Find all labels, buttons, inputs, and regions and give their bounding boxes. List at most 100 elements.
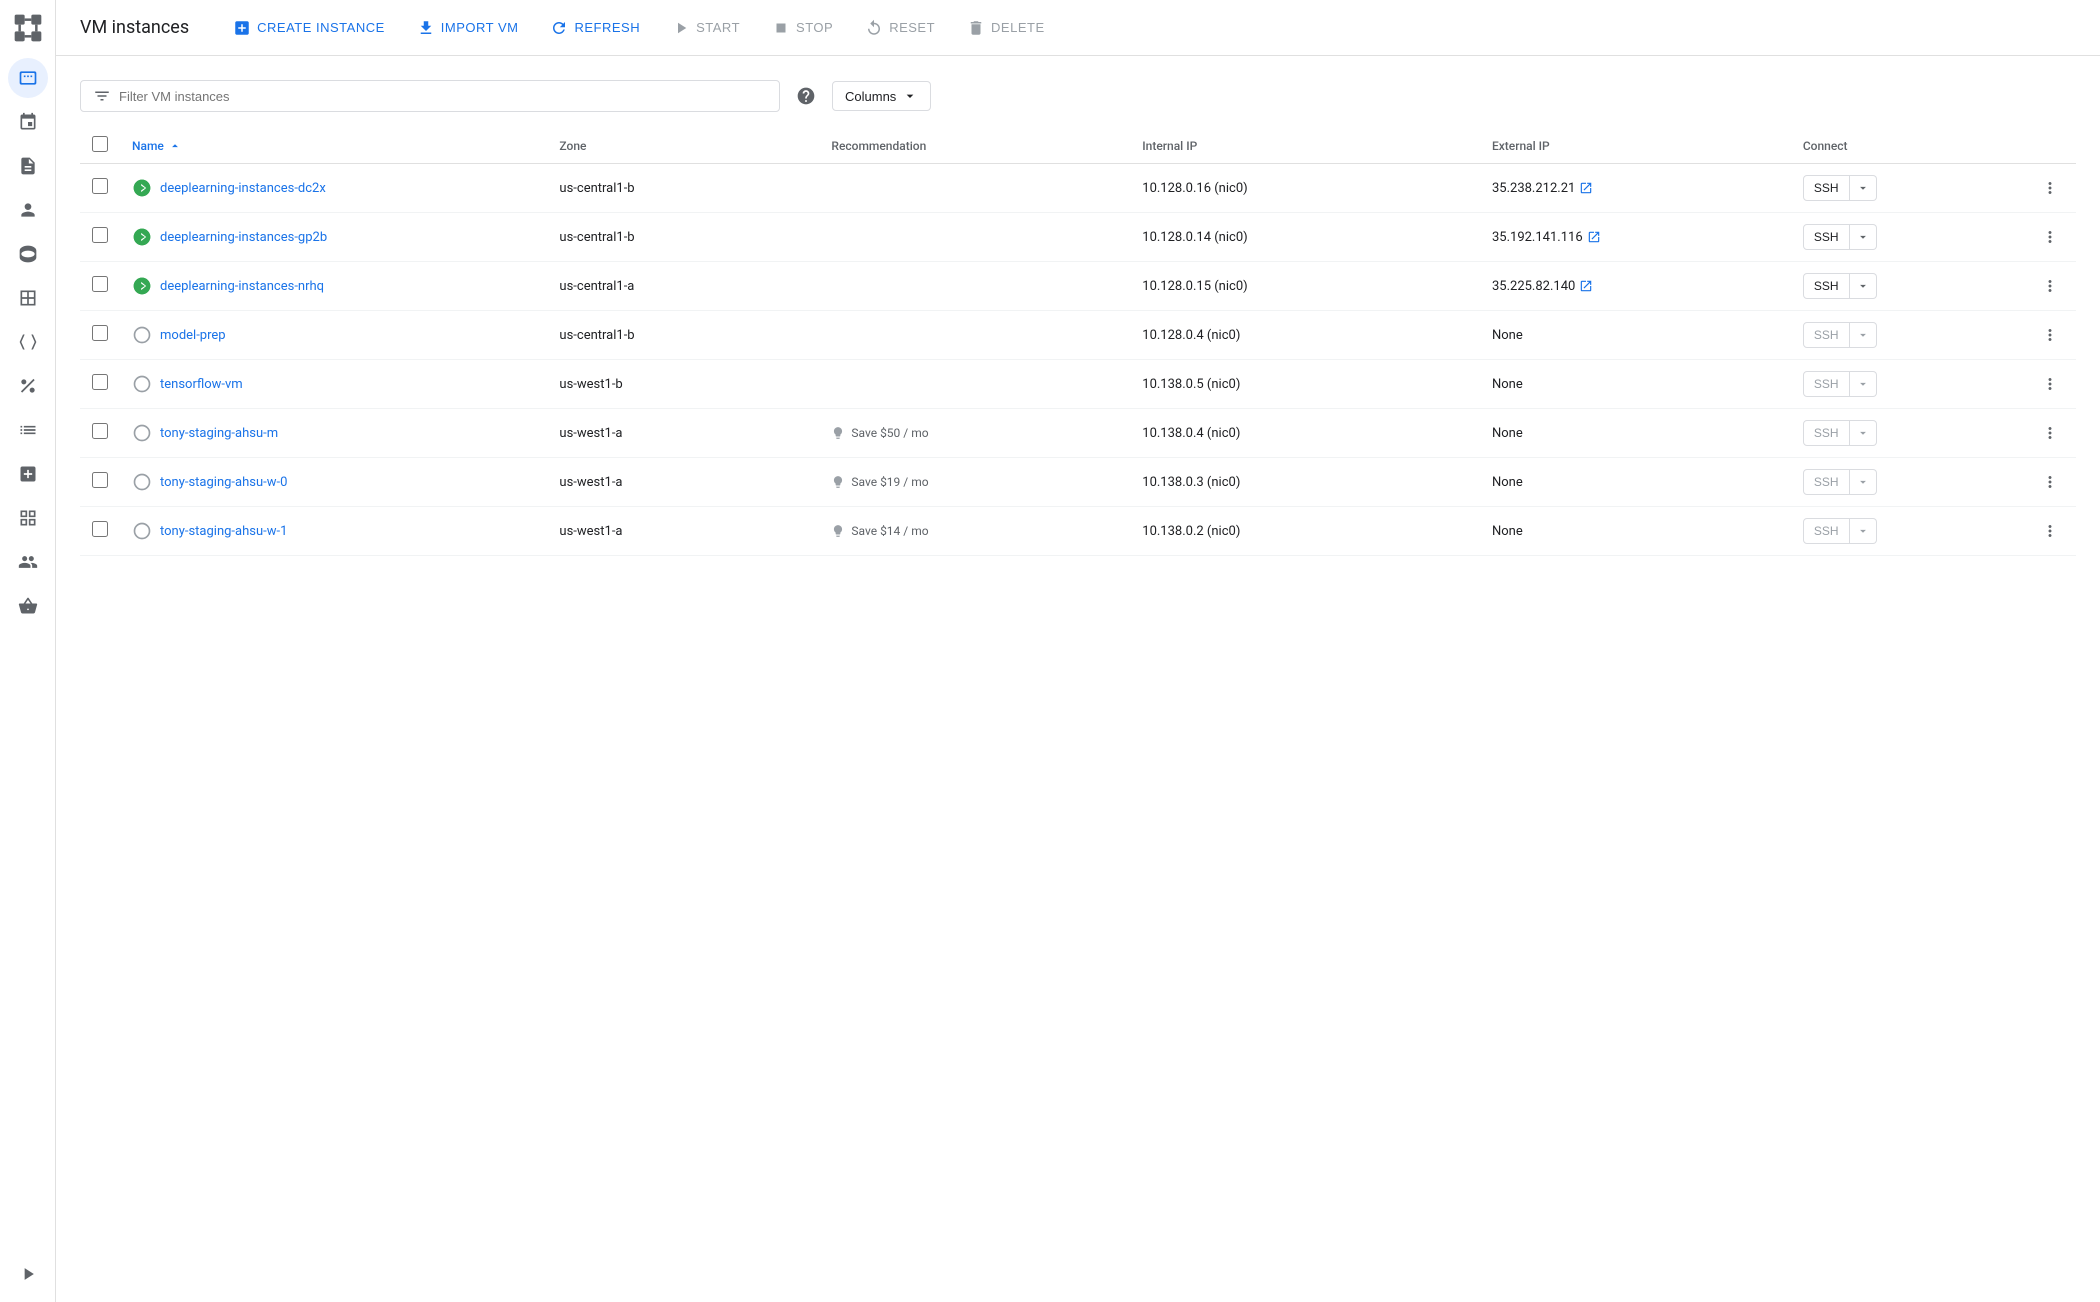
row-zone-cell: us-west1-a <box>547 458 819 507</box>
more-actions-button[interactable] <box>2036 468 2064 496</box>
sidebar-expand-btn[interactable] <box>8 1254 48 1294</box>
help-button[interactable] <box>792 82 820 110</box>
vm-name-link[interactable]: deeplearning-instances-gp2b <box>160 230 327 245</box>
sidebar-item-add[interactable] <box>8 454 48 494</box>
table-row: tony-staging-ahsu-m us-west1-a Save $50 … <box>80 409 2076 458</box>
vm-name-link[interactable]: model-prep <box>160 328 226 343</box>
ssh-button[interactable]: SSH <box>1803 175 1850 201</box>
delete-button[interactable]: DELETE <box>955 13 1057 43</box>
row-checkbox-0[interactable] <box>92 178 108 194</box>
more-actions-button[interactable] <box>2036 419 2064 447</box>
row-recommendation-cell <box>819 213 1130 262</box>
external-link-icon[interactable] <box>1579 181 1593 195</box>
more-actions-button[interactable] <box>2036 174 2064 202</box>
sidebar <box>0 0 56 1302</box>
sidebar-item-storage[interactable] <box>8 234 48 274</box>
more-actions-button[interactable] <box>2036 321 2064 349</box>
sidebar-item-percent[interactable] <box>8 366 48 406</box>
table-row: deeplearning-instances-gp2b us-central1-… <box>80 213 2076 262</box>
ssh-button[interactable]: SSH <box>1803 322 1850 348</box>
ssh-button[interactable]: SSH <box>1803 371 1850 397</box>
ssh-dropdown-button[interactable] <box>1850 469 1877 495</box>
ssh-button[interactable]: SSH <box>1803 469 1850 495</box>
row-internal-ip-cell: 10.128.0.14 (nic0) <box>1130 213 1480 262</box>
ssh-button[interactable]: SSH <box>1803 273 1850 299</box>
th-select-all[interactable] <box>80 128 120 164</box>
ssh-dropdown-button[interactable] <box>1850 420 1877 446</box>
row-connect-cell: SSH <box>1791 360 2024 409</box>
columns-dropdown-icon <box>902 88 918 104</box>
row-checkbox-7[interactable] <box>92 521 108 537</box>
ssh-dropdown-button[interactable] <box>1850 273 1877 299</box>
external-link-icon[interactable] <box>1579 279 1593 293</box>
ssh-btn-group: SSH <box>1803 371 2012 397</box>
sidebar-item-cart[interactable] <box>8 586 48 626</box>
ssh-dropdown-button[interactable] <box>1850 518 1877 544</box>
row-connect-cell: SSH <box>1791 164 2024 213</box>
row-internal-ip-cell: 10.128.0.16 (nic0) <box>1130 164 1480 213</box>
th-name-label: Name <box>132 139 164 153</box>
reset-button[interactable]: RESET <box>853 13 947 43</box>
row-checkbox-4[interactable] <box>92 374 108 390</box>
bulb-icon <box>831 426 845 440</box>
ssh-dropdown-button[interactable] <box>1850 224 1877 250</box>
sidebar-item-list[interactable] <box>8 410 48 450</box>
row-actions-cell <box>2024 458 2076 507</box>
sidebar-item-grid[interactable] <box>8 498 48 538</box>
select-all-checkbox[interactable] <box>92 136 108 152</box>
vm-name-link[interactable]: tensorflow-vm <box>160 377 243 392</box>
refresh-button[interactable]: REFRESH <box>538 13 652 43</box>
ssh-button[interactable]: SSH <box>1803 420 1850 446</box>
sidebar-item-cluster[interactable] <box>8 102 48 142</box>
stop-button[interactable]: STOP <box>760 13 845 43</box>
filter-input[interactable] <box>119 89 767 104</box>
chevron-down-icon <box>1856 524 1870 538</box>
ssh-button[interactable]: SSH <box>1803 518 1850 544</box>
ssh-dropdown-button[interactable] <box>1850 175 1877 201</box>
sidebar-item-document[interactable] <box>8 146 48 186</box>
more-actions-button[interactable] <box>2036 272 2064 300</box>
ssh-button[interactable]: SSH <box>1803 224 1850 250</box>
sidebar-item-table[interactable] <box>8 278 48 318</box>
import-vm-button[interactable]: IMPORT VM <box>405 13 531 43</box>
chevron-down-icon <box>1856 181 1870 195</box>
reset-icon <box>865 19 883 37</box>
create-instance-label: CREATE INSTANCE <box>257 20 385 35</box>
create-instance-button[interactable]: CREATE INSTANCE <box>221 13 397 43</box>
th-name[interactable]: Name <box>120 128 547 164</box>
delete-icon <box>967 19 985 37</box>
more-actions-button[interactable] <box>2036 223 2064 251</box>
row-checkbox-2[interactable] <box>92 276 108 292</box>
sidebar-item-vm[interactable] <box>8 58 48 98</box>
ssh-dropdown-button[interactable] <box>1850 371 1877 397</box>
external-link-icon[interactable] <box>1587 230 1601 244</box>
more-vert-icon <box>2041 473 2059 491</box>
vm-name-link[interactable]: tony-staging-ahsu-w-0 <box>160 475 287 490</box>
ssh-dropdown-button[interactable] <box>1850 322 1877 348</box>
row-name-cell: tony-staging-ahsu-w-1 <box>120 507 547 556</box>
th-zone: Zone <box>547 128 819 164</box>
row-zone-cell: us-west1-b <box>547 360 819 409</box>
more-actions-button[interactable] <box>2036 517 2064 545</box>
table-row: model-prep us-central1-b10.128.0.4 (nic0… <box>80 311 2076 360</box>
row-zone-cell: us-west1-a <box>547 409 819 458</box>
row-actions-cell <box>2024 507 2076 556</box>
row-connect-cell: SSH <box>1791 262 2024 311</box>
row-checkbox-5[interactable] <box>92 423 108 439</box>
vm-name-link[interactable]: tony-staging-ahsu-m <box>160 426 278 441</box>
row-checkbox-1[interactable] <box>92 227 108 243</box>
columns-button[interactable]: Columns <box>832 81 931 111</box>
row-recommendation-cell <box>819 164 1130 213</box>
row-external-ip-cell: 35.192.141.116 <box>1480 213 1791 262</box>
row-checkbox-6[interactable] <box>92 472 108 488</box>
more-actions-button[interactable] <box>2036 370 2064 398</box>
vm-name-link[interactable]: deeplearning-instances-dc2x <box>160 181 326 196</box>
sidebar-item-person[interactable] <box>8 190 48 230</box>
sidebar-item-code[interactable] <box>8 322 48 362</box>
vm-name-link[interactable]: deeplearning-instances-nrhq <box>160 279 324 294</box>
sidebar-item-people[interactable] <box>8 542 48 582</box>
start-button[interactable]: START <box>660 13 752 43</box>
row-checkbox-3[interactable] <box>92 325 108 341</box>
vm-name-link[interactable]: tony-staging-ahsu-w-1 <box>160 524 287 539</box>
content-area: Columns Name <box>56 56 2100 1302</box>
